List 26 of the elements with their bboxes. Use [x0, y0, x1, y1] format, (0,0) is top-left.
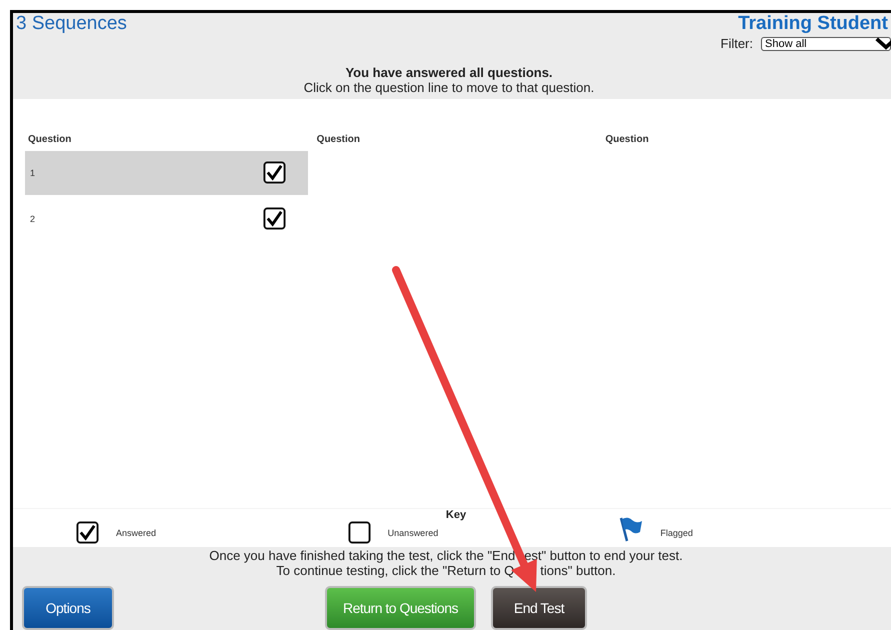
footer-instruction: tions" button. — [540, 563, 616, 578]
question-row[interactable]: 2 — [25, 196, 308, 241]
user-name: Training Student — [738, 13, 888, 35]
options-button[interactable]: Options — [22, 586, 114, 630]
key-label: Answered — [116, 528, 156, 538]
chevron-icon — [874, 37, 891, 50]
empty-checkbox-icon — [348, 521, 371, 544]
column-header: Question — [27, 132, 72, 147]
flag-icon — [619, 516, 644, 542]
key-label: Unanswered — [388, 528, 438, 538]
filter-dropdown[interactable]: Show all — [761, 36, 891, 50]
test-title: 3 Sequences — [16, 13, 127, 35]
column-header: Question — [316, 132, 362, 147]
footer-instruction: est" button to end your test. — [524, 548, 683, 563]
instruction-text: Click on the question line to move to that question. — [302, 80, 596, 95]
end-test-button[interactable]: End Test — [491, 586, 587, 630]
question-row[interactable]: 1 — [25, 150, 308, 195]
filter-label: Filter: — [720, 36, 753, 51]
checked-checkbox-icon — [76, 521, 99, 544]
footer-instruction: Once you have finished taking the test, click the "End — [209, 548, 516, 563]
column-header: Question — [604, 132, 650, 147]
question-number: 1 — [30, 168, 36, 178]
key-label: Flagged — [660, 528, 693, 538]
question-number: 2 — [30, 214, 36, 224]
key-title: Key — [444, 509, 468, 522]
status-message: You have answered all questions. — [344, 65, 554, 80]
